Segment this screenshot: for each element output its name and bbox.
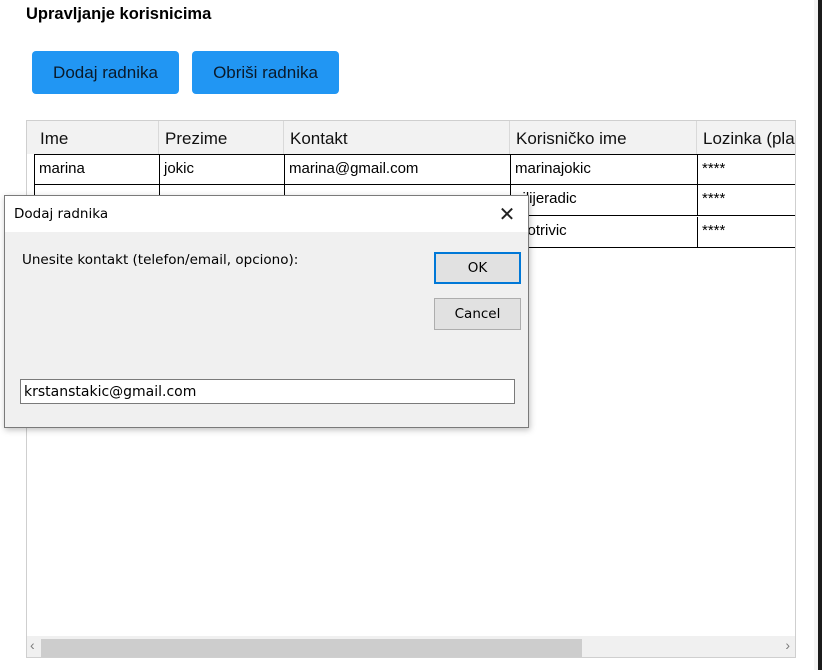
input-dialog: Dodaj radnika ✕ Unesite kontakt (telefon…	[4, 195, 529, 428]
dialog-titlebar[interactable]: Dodaj radnika ✕	[5, 196, 528, 232]
cell-lozinka[interactable]: ****	[697, 185, 795, 216]
horizontal-scrollbar[interactable]: ‹ ›	[27, 636, 795, 657]
table-row[interactable]: marina jokic marina@gmail.com marinajoki…	[34, 154, 795, 185]
delete-employee-button[interactable]: Obriši radnika	[192, 51, 339, 94]
column-header-prezime[interactable]: Prezime	[159, 121, 284, 154]
contact-input[interactable]	[20, 379, 515, 404]
column-header-korisnicko-ime[interactable]: Korisničko ime	[510, 121, 697, 154]
cell-lozinka[interactable]: ****	[697, 154, 795, 185]
add-employee-button[interactable]: Dodaj radnika	[32, 51, 179, 94]
window-border	[818, 0, 822, 670]
cell-prezime[interactable]: jokic	[159, 154, 284, 185]
dialog-title: Dodaj radnika	[14, 206, 109, 222]
cell-lozinka[interactable]: ****	[697, 217, 795, 248]
column-header-ime[interactable]: Ime	[34, 121, 159, 154]
scroll-left-icon[interactable]: ‹	[30, 637, 35, 653]
cell-korisnicko-ime[interactable]: silijeradic	[510, 185, 697, 216]
cell-ime[interactable]: marina	[34, 154, 159, 185]
close-icon[interactable]: ✕	[496, 202, 518, 226]
cell-kontakt[interactable]: marina@gmail.com	[284, 154, 510, 185]
cell-korisnicko-ime[interactable]: marinajokic	[510, 154, 697, 185]
dialog-prompt: Unesite kontakt (telefon/email, opciono)…	[22, 252, 299, 268]
scrollbar-thumb[interactable]	[41, 639, 582, 657]
scroll-right-icon[interactable]: ›	[785, 637, 790, 653]
ok-button[interactable]: OK	[434, 252, 521, 284]
cell-korisnicko-ime[interactable]: rkotrivic	[510, 217, 697, 248]
page-title: Upravljanje korisnicima	[26, 5, 212, 23]
cancel-button[interactable]: Cancel	[434, 298, 521, 330]
column-header-kontakt[interactable]: Kontakt	[284, 121, 510, 154]
column-header-lozinka[interactable]: Lozinka (pla	[697, 121, 795, 154]
table-header: Ime Prezime Kontakt Korisničko ime Lozin…	[27, 121, 795, 154]
